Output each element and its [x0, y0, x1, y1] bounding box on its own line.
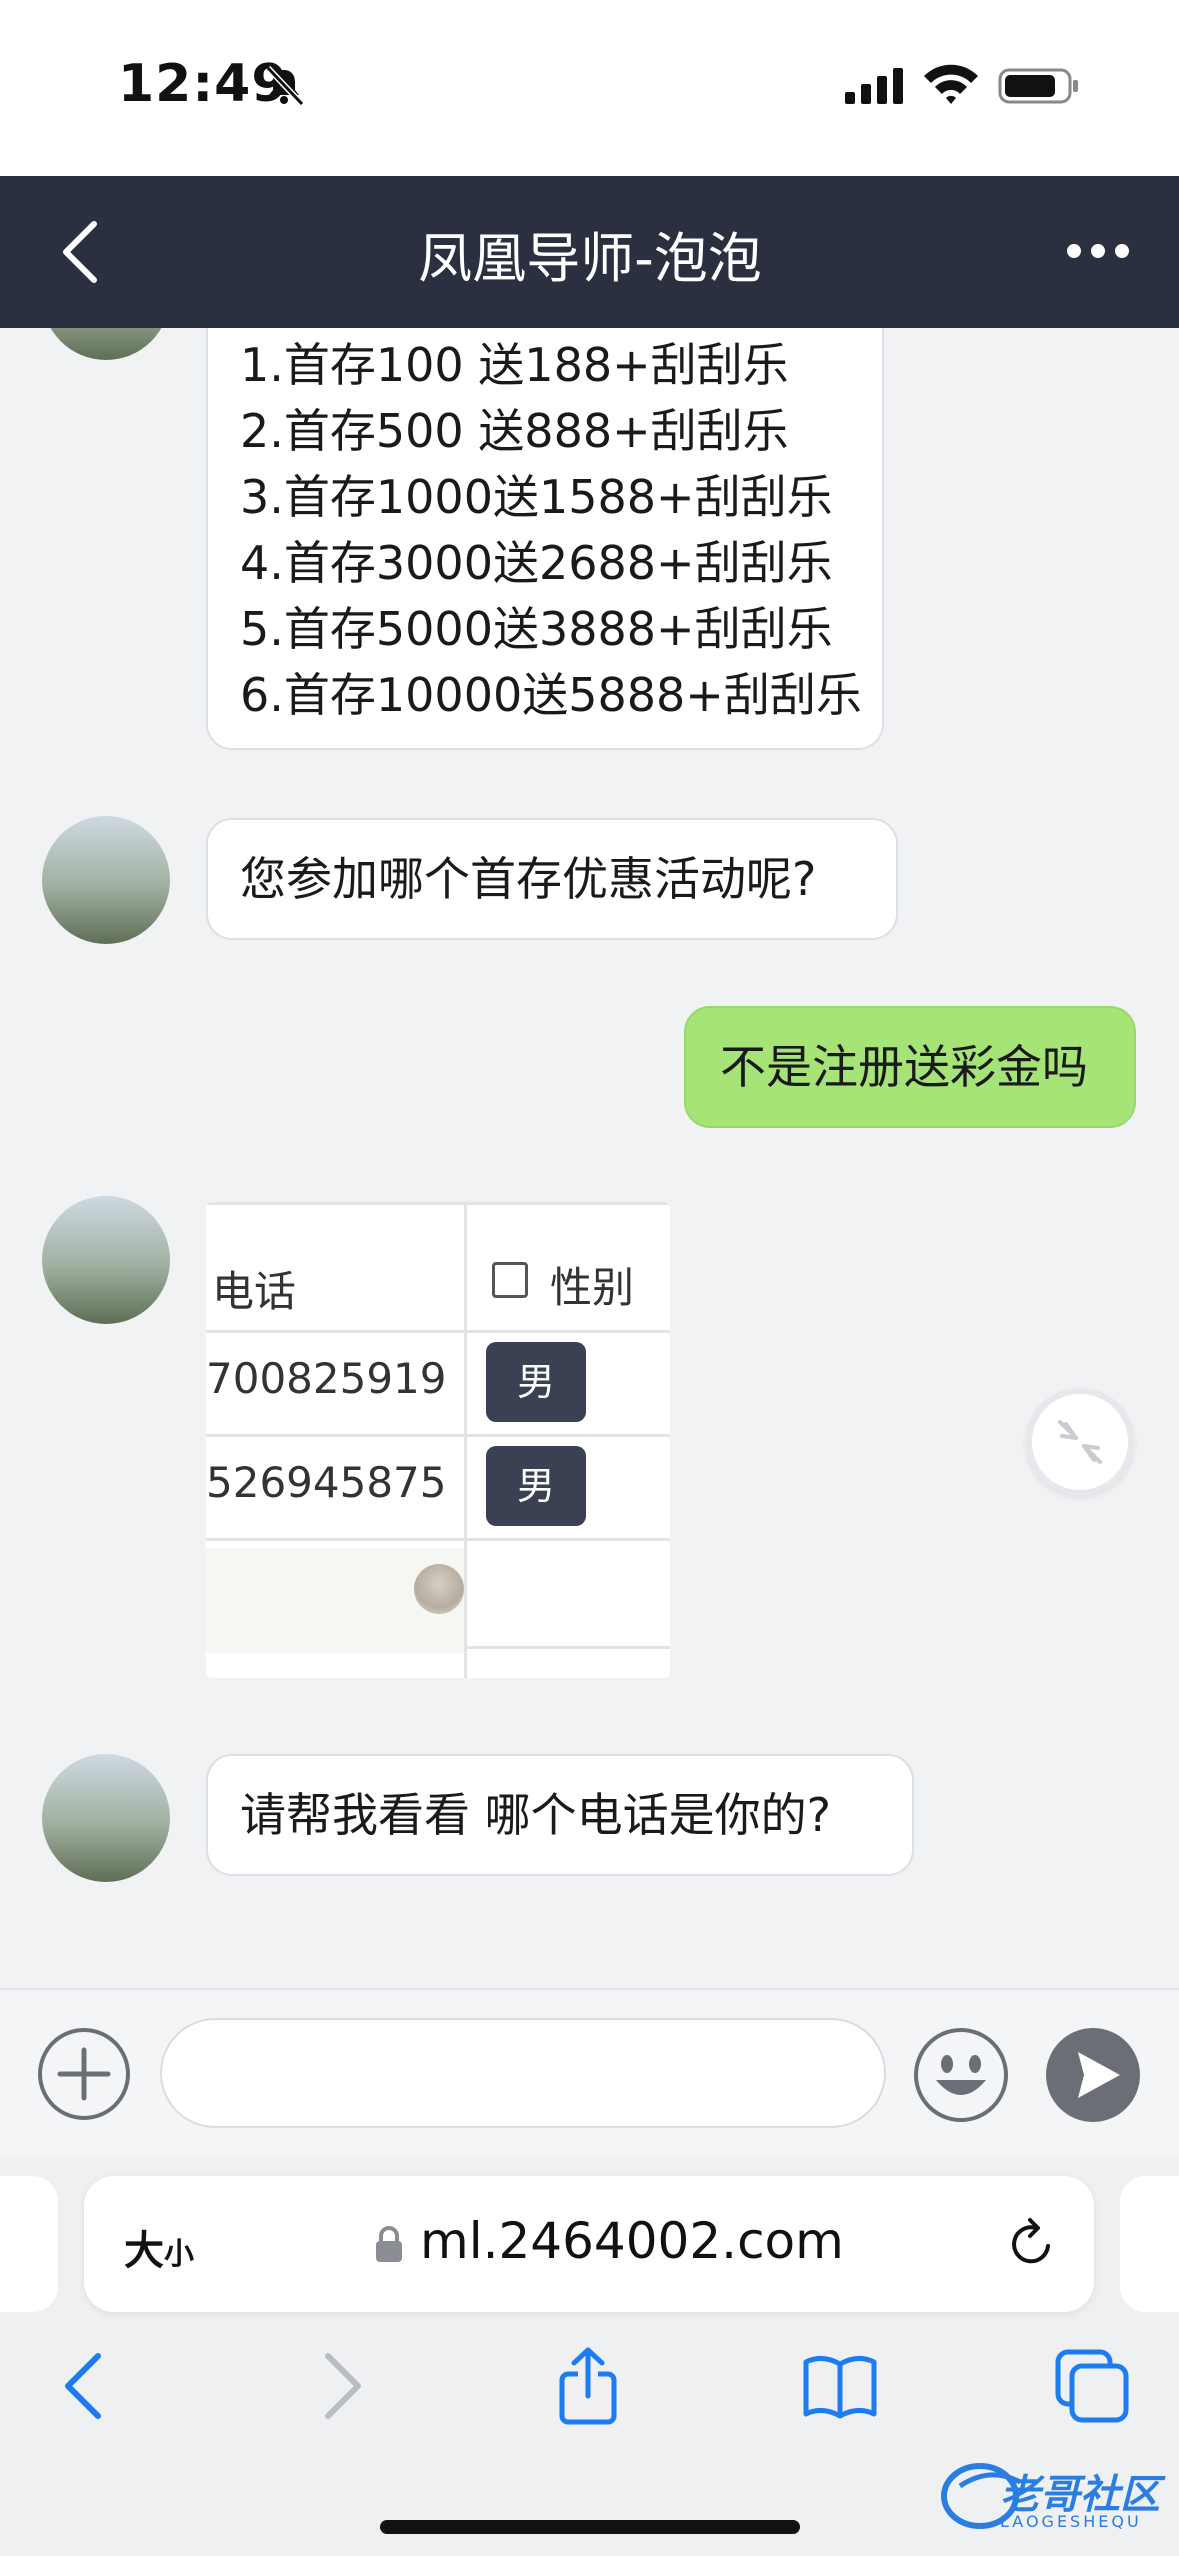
- cellular-signal-icon: [845, 68, 903, 104]
- emoji-icon[interactable]: [912, 2026, 1010, 2124]
- message-text: 您参加哪个首存优惠活动呢?: [240, 852, 817, 906]
- agent-message-bubble: 您参加哪个首存优惠活动呢?: [206, 818, 898, 940]
- promo-line: 6.首存10000送5888+刮刮乐: [240, 668, 862, 722]
- promo-line: 5.首存5000送3888+刮刮乐: [240, 602, 833, 656]
- back-chevron-icon[interactable]: [56, 216, 104, 288]
- add-attachment-icon[interactable]: [36, 2026, 132, 2122]
- previous-tab-preview[interactable]: [0, 2176, 58, 2312]
- address-bar[interactable]: 大小 ml.2464002.com: [84, 2176, 1094, 2312]
- table-cell-phone: 526945875: [206, 1458, 447, 1507]
- table-header-phone: 电话: [212, 1267, 297, 1316]
- text-size-label: 大: [124, 2228, 164, 2274]
- agent-avatar[interactable]: [42, 1196, 170, 1324]
- text-size-label-small: 小: [164, 2237, 194, 2272]
- promo-line: 1.首存100 送188+刮刮乐: [240, 338, 789, 392]
- browser-bottom-bar: 大小 ml.2464002.com 老哥社区 LAOGESHEQU: [0, 2156, 1179, 2556]
- message-input-bar: [0, 1988, 1179, 2156]
- agent-message-bubble: 请帮我看看 哪个电话是你的?: [206, 1754, 914, 1876]
- bookmarks-icon[interactable]: [800, 2346, 880, 2426]
- status-bar: 12:49: [0, 0, 1179, 176]
- table-header-gender: 性别: [550, 1263, 635, 1312]
- home-indicator[interactable]: [380, 2520, 800, 2534]
- reload-icon[interactable]: [1004, 2216, 1060, 2272]
- collapse-float-button[interactable]: [1026, 1388, 1134, 1496]
- silent-bell-icon: [265, 65, 305, 107]
- table-divider: [206, 1202, 670, 1205]
- table-cell-phone: 700825919: [206, 1354, 447, 1403]
- back-arrow-icon[interactable]: [46, 2346, 126, 2426]
- promo-line: 4.首存3000送2688+刮刮乐: [240, 536, 833, 590]
- gender-badge: 男: [486, 1446, 586, 1526]
- next-tab-preview[interactable]: [1120, 2176, 1179, 2312]
- agent-avatar[interactable]: [42, 1754, 170, 1882]
- table-divider: [206, 1538, 670, 1541]
- watermark-subtext: LAOGESHEQU: [1000, 2512, 1142, 2531]
- text-size-button[interactable]: 大小: [124, 2218, 194, 2276]
- user-message-bubble: 不是注册送彩金吗: [684, 1006, 1136, 1128]
- promo-message-bubble: 1.首存100 送188+刮刮乐 2.首存500 送888+刮刮乐 3.首存10…: [206, 328, 884, 750]
- table-divider: [206, 1330, 670, 1333]
- promo-line: 2.首存500 送888+刮刮乐: [240, 404, 789, 458]
- chat-header: 凤凰导师-泡泡: [0, 176, 1179, 328]
- share-icon[interactable]: [548, 2346, 628, 2426]
- battery-icon: [998, 68, 1078, 104]
- chat-message-list[interactable]: 1.首存100 送188+刮刮乐 2.首存500 送888+刮刮乐 3.首存10…: [0, 328, 1179, 1988]
- lock-icon: [376, 2226, 402, 2262]
- chat-title: 凤凰导师-泡泡: [418, 227, 762, 290]
- collapse-arrows-icon: [1058, 1420, 1102, 1464]
- message-text: 请帮我看看 哪个电话是你的?: [240, 1788, 832, 1842]
- table-divider: [206, 1434, 670, 1437]
- promo-line: 3.首存1000送1588+刮刮乐: [240, 470, 833, 524]
- message-input[interactable]: [160, 2018, 886, 2128]
- table-screenshot-image[interactable]: 电话 性别 700825919 男 526945875 男: [206, 1202, 670, 1678]
- agent-avatar[interactable]: [42, 328, 170, 360]
- forward-arrow-icon[interactable]: [300, 2346, 380, 2426]
- tabs-icon[interactable]: [1052, 2346, 1132, 2426]
- url-text: ml.2464002.com: [420, 2212, 844, 2270]
- wifi-icon: [924, 64, 978, 104]
- thumbnail-avatar: [414, 1564, 464, 1614]
- send-icon[interactable]: [1044, 2026, 1142, 2124]
- checkbox-icon: [492, 1262, 528, 1298]
- table-divider: [464, 1202, 467, 1678]
- gender-badge: 男: [486, 1342, 586, 1422]
- more-options-icon[interactable]: [1066, 236, 1130, 266]
- message-text: 不是注册送彩金吗: [720, 1040, 1088, 1094]
- agent-avatar[interactable]: [42, 816, 170, 944]
